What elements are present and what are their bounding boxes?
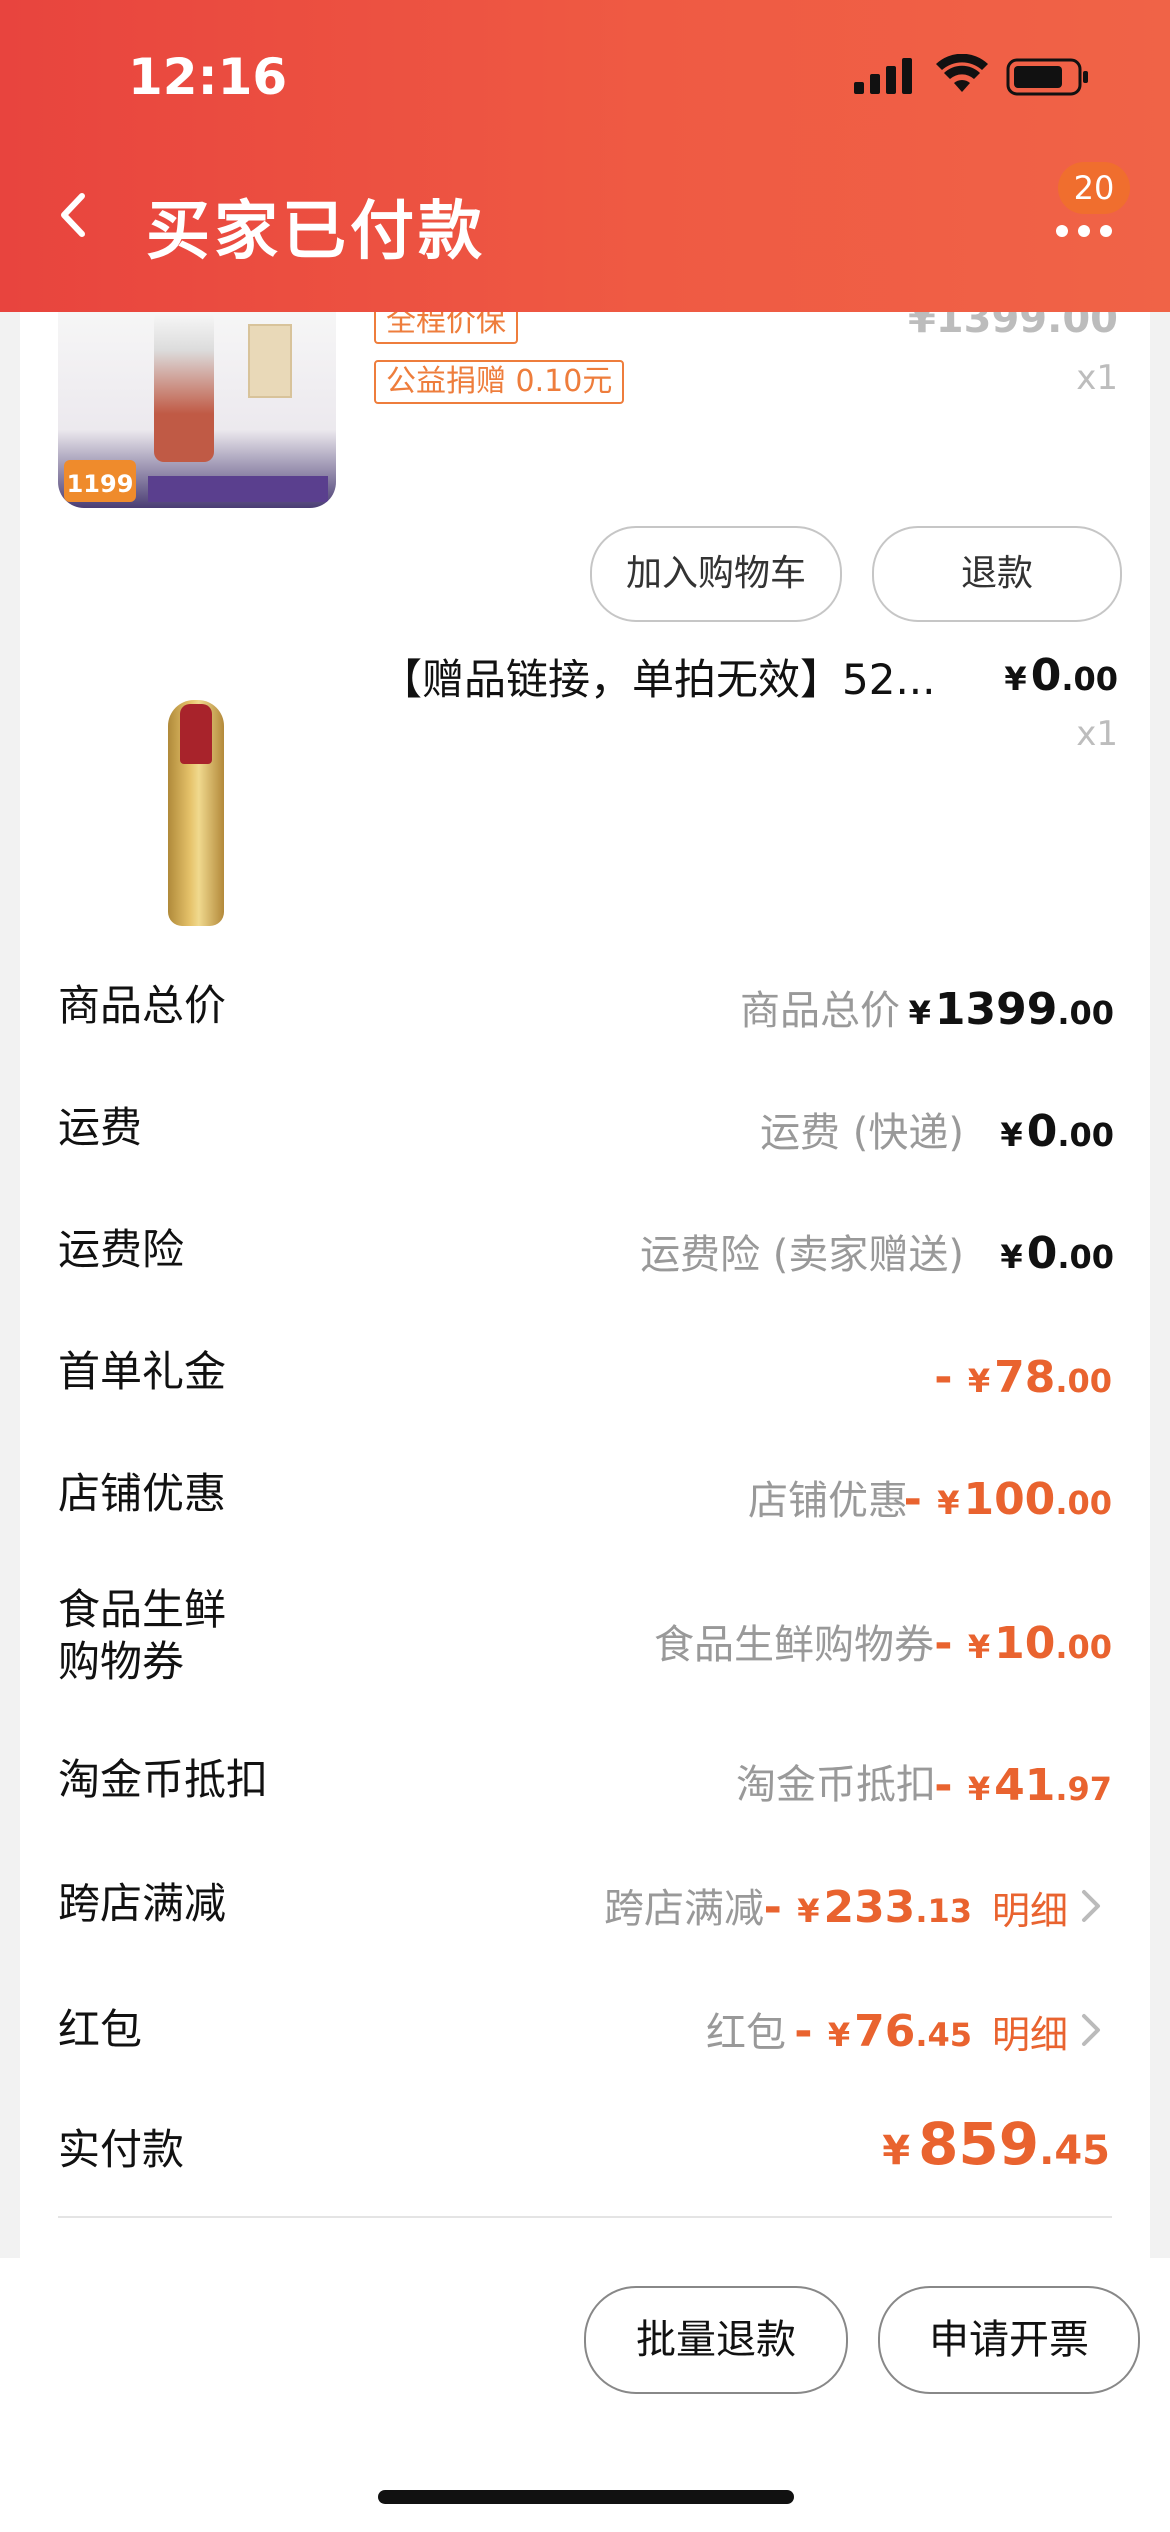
battery-icon [1006,58,1088,96]
row-sub-cross-store-discount: 跨店满减 [604,1886,764,1932]
row-label-cross-store-discount: 跨店满减 [58,1879,227,1928]
image-price-tag: 1199 [64,460,136,502]
refund-button[interactable]: 退款 [872,526,1122,622]
row-value-red-packet: - ¥76.45 [794,2006,972,2057]
row-sub-store-discount: 店铺优惠 [748,1478,908,1524]
gift-quantity: x1 [1076,714,1118,754]
row-value-subtotal: ¥1399.00 [908,984,1114,1035]
product-image[interactable]: 1199 [58,312,336,508]
row-sub-food-coupon: 食品生鲜购物券 [654,1622,934,1668]
promo-strip [148,476,328,502]
gift-bottle-cap [180,704,212,764]
row-label-shipping: 运费 [58,1103,143,1152]
total-paid-label: 实付款 [58,2125,185,2174]
gift-product-title[interactable]: 【赠品链接，单拍无效】52... [380,646,980,707]
signal-icon [854,58,912,94]
home-indicator[interactable] [378,2490,794,2504]
product-quantity: x1 [1076,358,1118,398]
message-count-badge: 20 [1058,162,1130,214]
row-value-food-coupon: - ¥10.00 [934,1618,1112,1669]
row-sub-subtotal: 商品总价 [740,988,900,1034]
gift-box-graphic [248,324,292,398]
request-invoice-button[interactable]: 申请开票 [878,2286,1140,2394]
status-time: 12:16 [128,48,288,106]
add-to-cart-button[interactable]: 加入购物车 [590,526,842,622]
row-value-shipping: ¥0.00 [1000,1106,1114,1157]
total-paid-value: ¥859.45 [882,2110,1110,2178]
chevron-right-icon[interactable] [1076,2010,1104,2050]
row-value-store-discount: - ¥100.00 [903,1474,1112,1525]
row-sub-coin-deduction: 淘金币抵扣 [736,1762,936,1808]
page-title: 买家已付款 [146,195,486,269]
row-label-store-discount: 店铺优惠 [58,1469,227,1518]
charity-tag: 公益捐赠 0.10元 [374,360,625,404]
row-label-subtotal: 商品总价 [58,981,227,1030]
row-value-shipping-insurance: ¥0.00 [1000,1228,1114,1279]
divider [58,2216,1112,2218]
row-value-first-order-gift: - ¥78.00 [934,1352,1112,1403]
nav-header: 12:16 买家已付款 20 [0,0,1170,312]
gift-price: ¥0.00 [1004,650,1118,701]
row-value-cross-store-discount: - ¥233.13 [763,1882,972,1933]
cross-store-detail-link[interactable]: 明细 [992,1880,1068,1935]
row-label-red-packet: 红包 [58,2005,143,2054]
row-label-shipping-insurance: 运费险 [58,1225,185,1274]
row-sub-red-packet: 红包 [706,2010,786,2056]
red-packet-detail-link[interactable]: 明细 [992,2004,1068,2059]
bottle-graphic [154,312,214,462]
wifi-icon [936,54,988,92]
chevron-right-icon[interactable] [1076,1886,1104,1926]
row-label-food-coupon: 食品生鲜 购物券 [58,1585,227,1686]
back-arrow-icon[interactable] [48,188,102,242]
row-sub-shipping-insurance: 运费险 (卖家赠送) [640,1232,964,1278]
batch-refund-button[interactable]: 批量退款 [584,2286,848,2394]
row-label-coin-deduction: 淘金币抵扣 [58,1755,269,1804]
row-value-coin-deduction: - ¥41.97 [934,1760,1112,1811]
more-dots-icon [1056,222,1122,241]
row-label-first-order-gift: 首单礼金 [58,1347,227,1396]
row-sub-shipping: 运费 (快递) [760,1110,964,1156]
